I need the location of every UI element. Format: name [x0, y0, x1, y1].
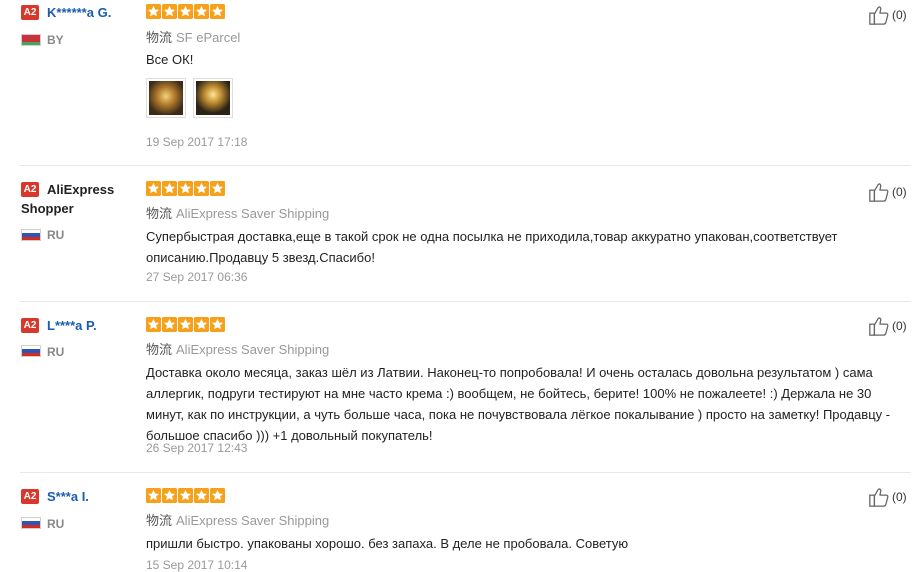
reviewer-name[interactable]: L****a P.	[47, 316, 142, 335]
shipping-prefix: 物流	[146, 513, 173, 528]
shipping-method: 物流 AliExpress Saver Shipping	[146, 510, 329, 529]
review-date: 27 Sep 2017 06:36	[146, 270, 248, 284]
reviewer-name[interactable]: K******a G.	[47, 3, 142, 22]
flag-icon	[21, 229, 41, 241]
star-icon	[194, 488, 209, 503]
helpful-button[interactable]: (0)	[868, 486, 907, 508]
shipping-label: SF eParcel	[176, 30, 241, 45]
shipping-label: AliExpress Saver Shipping	[176, 206, 330, 221]
review-text: Все ОК!	[146, 52, 194, 67]
star-icon	[178, 488, 193, 503]
buyer-level-badge: A2	[21, 5, 39, 20]
star-icon	[210, 4, 225, 19]
star-icon	[210, 317, 225, 332]
review-date: 19 Sep 2017 17:18	[146, 135, 248, 149]
buyer-level-badge: A2	[21, 318, 39, 333]
review-text: Супербыстрая доставка,еще в такой срок н…	[146, 229, 838, 265]
review-date: 15 Sep 2017 10:14	[146, 558, 248, 572]
shipping-prefix: 物流	[146, 30, 173, 45]
star-icon	[162, 488, 177, 503]
star-icon	[194, 4, 209, 19]
star-rating	[146, 4, 225, 20]
thumbs-up-icon[interactable]	[868, 181, 890, 203]
thumbs-up-icon[interactable]	[868, 315, 890, 337]
helpful-button[interactable]: (0)	[868, 4, 907, 26]
star-icon	[146, 181, 161, 196]
reviewer-country: RU	[47, 345, 65, 359]
shipping-prefix: 物流	[146, 206, 173, 221]
star-icon	[178, 317, 193, 332]
review-item: A2 K******a G. BY 物流 SF eParcel Все ОК! 1…	[0, 0, 918, 166]
helpful-count: (0)	[892, 8, 907, 22]
helpful-count: (0)	[892, 490, 907, 504]
star-icon	[210, 488, 225, 503]
star-icon	[178, 4, 193, 19]
shipping-label: AliExpress Saver Shipping	[176, 513, 330, 528]
helpful-button[interactable]: (0)	[868, 315, 907, 337]
flag-icon	[21, 517, 41, 529]
review-item: A2 S***a I. RU 物流 AliExpress Saver Shippi…	[0, 473, 918, 572]
review-photo[interactable]	[146, 78, 186, 118]
star-icon	[162, 4, 177, 19]
helpful-button[interactable]: (0)	[868, 181, 907, 203]
review-item: A2 AliExpress Shopper RU 物流 AliExpress Sa…	[0, 166, 918, 302]
helpful-count: (0)	[892, 319, 907, 333]
review-text: пришли быстро. упакованы хорошо. без зап…	[146, 536, 629, 551]
shipping-method: 物流 SF eParcel	[146, 27, 240, 46]
review-item: A2 L****a P. RU 物流 AliExpress Saver Shipp…	[0, 302, 918, 473]
reviewer-name[interactable]: S***a I.	[47, 487, 142, 506]
buyer-level-badge: A2	[21, 489, 39, 504]
helpful-count: (0)	[892, 185, 907, 199]
shipping-method: 物流 AliExpress Saver Shipping	[146, 339, 329, 358]
review-photo[interactable]	[193, 78, 233, 118]
reviewer-country: BY	[47, 33, 64, 47]
star-icon	[162, 317, 177, 332]
review-text: Доставка около месяца, заказ шёл из Латв…	[146, 365, 891, 443]
star-icon	[210, 181, 225, 196]
review-date: 26 Sep 2017 12:43	[146, 441, 248, 455]
star-icon	[146, 488, 161, 503]
star-icon	[146, 317, 161, 332]
reviewer-country: RU	[47, 517, 65, 531]
shipping-prefix: 物流	[146, 342, 173, 357]
star-icon	[146, 4, 161, 19]
shipping-label: AliExpress Saver Shipping	[176, 342, 330, 357]
flag-icon	[21, 345, 41, 357]
star-icon	[194, 317, 209, 332]
star-rating	[146, 488, 225, 504]
star-icon	[178, 181, 193, 196]
reviewer-name[interactable]: AliExpress Shopper	[21, 180, 131, 218]
shipping-method: 物流 AliExpress Saver Shipping	[146, 203, 329, 222]
thumbs-up-icon[interactable]	[868, 4, 890, 26]
thumbs-up-icon[interactable]	[868, 486, 890, 508]
star-rating	[146, 181, 225, 197]
flag-icon	[21, 34, 41, 46]
star-rating	[146, 317, 225, 333]
star-icon	[162, 181, 177, 196]
reviewer-country: RU	[47, 228, 65, 242]
star-icon	[194, 181, 209, 196]
